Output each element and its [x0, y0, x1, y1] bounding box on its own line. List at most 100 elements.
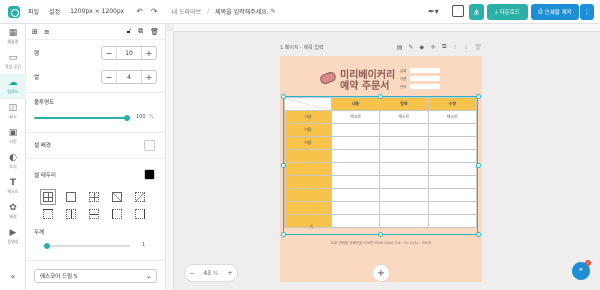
table-cell[interactable] [427, 201, 478, 215]
document-title[interactable]: 제목을 입력해주세요. [215, 7, 269, 16]
table-cell[interactable] [330, 175, 381, 189]
rail-item-video[interactable]: ▶ 동영상 [0, 224, 26, 249]
border-inner-icon[interactable] [89, 192, 99, 202]
rail-item-workspace[interactable]: ▭ 작업 공간 [0, 49, 26, 74]
cols-value[interactable]: 4 [116, 71, 142, 83]
font-dropdown[interactable]: 에스코어 드림 5 ⌄ [34, 269, 157, 283]
app-logo[interactable] [0, 0, 28, 24]
minus-icon[interactable]: − [102, 71, 116, 83]
page-delete-icon[interactable]: 🗑︎ [474, 44, 482, 51]
cell-bg-swatch[interactable] [144, 140, 155, 151]
table-icon[interactable]: ⊞ [32, 28, 38, 36]
breadcrumb-root[interactable]: 내 드라이브 [172, 7, 202, 16]
menu-file[interactable]: 파일 [28, 7, 39, 16]
opacity-slider[interactable] [34, 115, 130, 121]
minus-icon[interactable]: − [102, 47, 116, 59]
table-cell[interactable] [427, 214, 478, 228]
table-cell[interactable] [330, 188, 381, 202]
menu-settings[interactable]: 설정 [49, 7, 60, 16]
table-row-header[interactable] [284, 175, 332, 189]
table-cell[interactable] [379, 149, 429, 163]
table-cell[interactable] [427, 188, 478, 202]
table-row-header[interactable]: 이름 [284, 136, 332, 150]
table-cell[interactable] [330, 123, 381, 137]
rows-value[interactable]: 10 [116, 47, 142, 59]
share-button[interactable]: ⋔ [469, 4, 484, 20]
table-cell[interactable] [379, 188, 429, 202]
rail-item-upload[interactable]: ☁ 업로드 [0, 74, 26, 99]
pen-tool-icon[interactable]: ✒▾ [428, 7, 439, 16]
table-cell[interactable] [330, 214, 381, 228]
table-header-cell[interactable]: 수량 [427, 97, 478, 111]
table-cell[interactable] [427, 149, 478, 163]
plus-icon[interactable]: + [142, 47, 156, 59]
table-header-cell[interactable]: 내용 [330, 97, 381, 111]
resize-handle[interactable] [476, 163, 481, 168]
opacity-slider-handle[interactable] [124, 115, 130, 121]
table-row-header[interactable]: 이름 [284, 110, 332, 124]
table-cell[interactable] [427, 162, 478, 176]
footer-note[interactable]: 도로 연락할 전화번호 000번 0000-0000 주소 · 00 1234 … [280, 241, 482, 246]
rail-item-diagram[interactable]: ◐ 도식 [0, 149, 26, 174]
table-cell[interactable] [427, 175, 478, 189]
align-icon[interactable]: ≡ [44, 28, 50, 36]
help-button[interactable]: ❝ 1 [572, 260, 591, 280]
copy-icon[interactable]: ⧉ [138, 27, 143, 36]
resize-handle[interactable] [281, 163, 286, 168]
border-diagonal-down-icon[interactable] [135, 192, 145, 202]
plus-icon[interactable]: + [142, 71, 156, 83]
rail-item-template[interactable]: ▦ 템플릿 [0, 24, 26, 49]
table-cell[interactable] [330, 201, 381, 215]
add-page-button[interactable]: + [372, 264, 390, 282]
collapse-panel-icon[interactable]: « [0, 272, 26, 281]
table-cell[interactable] [330, 136, 381, 150]
resize-handle[interactable] [476, 94, 481, 99]
move-up-icon[interactable]: ↑ [452, 44, 457, 51]
lock-icon[interactable]: 🔓︎ [127, 27, 132, 36]
comment-icon[interactable]: ▤ [397, 44, 403, 51]
table-row-header[interactable] [284, 162, 332, 176]
table-cell[interactable] [427, 123, 478, 137]
border-right-icon[interactable] [135, 209, 145, 219]
resize-handle[interactable] [476, 232, 481, 237]
cols-stepper[interactable]: − 4 + [101, 70, 157, 84]
table-corner-cell[interactable] [284, 97, 332, 111]
more-icon[interactable]: ⋮ [580, 4, 594, 20]
undo-icon[interactable]: ↶ [136, 7, 143, 16]
table-cell[interactable] [379, 201, 429, 215]
rail-item-background[interactable]: ✿ 배경 [0, 199, 26, 224]
table-row-header[interactable] [284, 188, 332, 202]
copy-style-icon[interactable]: ✎ [408, 44, 413, 51]
add-icon[interactable]: + [430, 43, 436, 51]
rows-stepper[interactable]: − 10 + [101, 46, 157, 60]
table-cell[interactable] [379, 162, 429, 176]
order-table[interactable]: 내용 항목 수량 이름 텍스트 텍스트 텍스트 이름 이름 [284, 97, 478, 228]
paint-icon[interactable]: ◆ [420, 44, 425, 51]
delete-icon[interactable]: 🗑︎ [150, 28, 159, 36]
zoom-in-icon[interactable]: + [228, 270, 233, 277]
rail-item-text[interactable]: T 텍스트 [0, 174, 26, 199]
redo-icon[interactable]: ↷ [151, 7, 158, 16]
table-row-header[interactable] [284, 201, 332, 215]
thickness-slider[interactable] [44, 243, 130, 249]
border-diagonal-icon[interactable] [112, 192, 122, 202]
table-cell[interactable] [330, 149, 381, 163]
zoom-out-icon[interactable]: − [189, 270, 194, 277]
border-left-icon[interactable] [112, 209, 122, 219]
table-row-header[interactable]: 이름 [284, 123, 332, 137]
title-main[interactable]: 미리베이커리 예약 주문서 [340, 70, 395, 92]
page-title[interactable]: 1 페이지 - 제목 입력 [280, 44, 324, 51]
rail-item-elements[interactable]: ◫ 요소 [0, 99, 26, 124]
table-cell[interactable] [379, 175, 429, 189]
table-row-header[interactable] [284, 149, 332, 163]
table-cell[interactable] [330, 162, 381, 176]
resize-handle[interactable] [378, 94, 383, 99]
canvas-workspace[interactable]: 1 페이지 - 제목 입력 ▤ ✎ ◆ + ⧉ ↑ ↓ 🗑︎ 미리베이커리 예약… [166, 24, 600, 290]
table-cell[interactable]: 텍스트 [330, 110, 381, 124]
table-cell[interactable]: 텍스트 [379, 110, 429, 124]
rail-item-photo[interactable]: ▣ 사진 [0, 124, 26, 149]
duplicate-icon[interactable]: ⧉ [442, 43, 446, 51]
table-row-header[interactable] [284, 214, 332, 228]
table-cell[interactable] [379, 214, 429, 228]
print-order-button[interactable]: ⎙ 인쇄물 제작 [531, 4, 579, 20]
